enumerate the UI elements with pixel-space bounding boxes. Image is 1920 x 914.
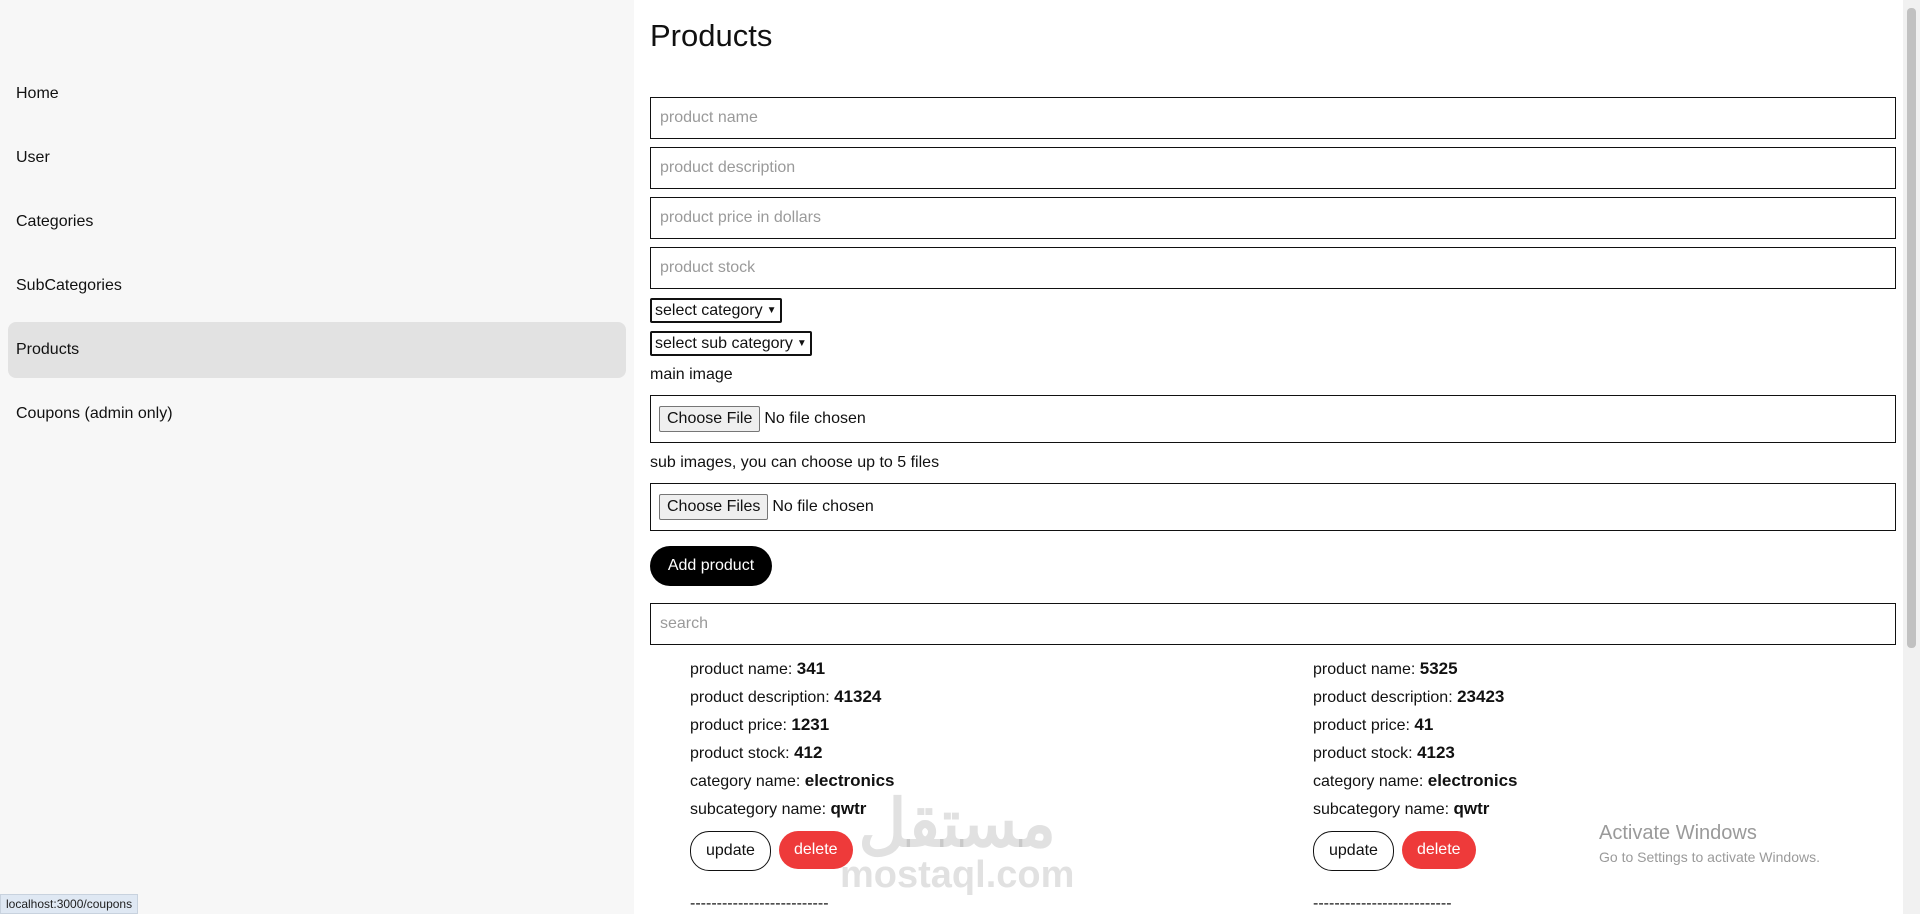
category-name-row: category name: electronics bbox=[1313, 771, 1518, 790]
product-description-value: 23423 bbox=[1457, 687, 1505, 706]
add-product-button[interactable]: Add product bbox=[650, 546, 772, 586]
sidebar-nav: Home User Categories SubCategories Produ… bbox=[8, 66, 626, 450]
product-stock-value: 412 bbox=[794, 743, 823, 762]
main-image-status: No file chosen bbox=[764, 410, 866, 427]
main-image-label: main image bbox=[650, 366, 733, 383]
product-description-input[interactable] bbox=[650, 147, 1896, 189]
sidebar-item-products[interactable]: Products bbox=[8, 322, 626, 378]
product-stock-value: 4123 bbox=[1417, 743, 1455, 762]
update-button[interactable]: update bbox=[1313, 831, 1394, 871]
page-title: Products bbox=[650, 18, 773, 53]
main-content: Products select category ▼ select sub ca… bbox=[650, 0, 1896, 914]
product-price-row: product price: 41 bbox=[1313, 715, 1434, 734]
product-name-row: product name: 5325 bbox=[1313, 659, 1458, 678]
sub-images-choose-button[interactable]: Choose Files bbox=[659, 494, 769, 520]
product-name-value: 5325 bbox=[1419, 659, 1458, 678]
product-price-value: 1231 bbox=[791, 715, 830, 734]
product-name-input[interactable] bbox=[650, 97, 1896, 139]
product-description-row: product description: 23423 bbox=[1313, 687, 1505, 706]
chevron-down-icon: ▼ bbox=[796, 338, 807, 349]
activate-windows-overlay: Activate Windows Go to Settings to activ… bbox=[1599, 822, 1820, 865]
product-description-row: product description: 41324 bbox=[690, 687, 882, 706]
sidebar-item-categories[interactable]: Categories bbox=[8, 194, 626, 250]
scrollbar-thumb[interactable] bbox=[1907, 8, 1916, 648]
subcategory-name-value: qwtr bbox=[1453, 799, 1490, 818]
sub-images-status: No file chosen bbox=[772, 498, 874, 515]
category-select[interactable]: select category ▼ bbox=[650, 298, 782, 323]
sidebar-item-home[interactable]: Home bbox=[8, 66, 626, 122]
product-description-value: 41324 bbox=[834, 687, 882, 706]
sidebar: Home User Categories SubCategories Produ… bbox=[0, 0, 634, 914]
sidebar-item-user[interactable]: User bbox=[8, 130, 626, 186]
product-stock-row: product stock: 412 bbox=[690, 743, 823, 762]
subcategory-name-row: subcategory name: qwtr bbox=[1313, 799, 1490, 818]
product-card: product name: 5325 product description: … bbox=[1313, 655, 1833, 913]
product-price-value: 41 bbox=[1414, 715, 1434, 734]
subcategory-select[interactable]: select sub category ▼ bbox=[650, 331, 812, 356]
main-image-file-input: Choose File No file chosen bbox=[650, 395, 1896, 443]
product-stock-row: product stock: 4123 bbox=[1313, 743, 1455, 762]
product-name-row: product name: 341 bbox=[690, 659, 826, 678]
sidebar-item-subcategories[interactable]: SubCategories bbox=[8, 258, 626, 314]
main-image-choose-button[interactable]: Choose File bbox=[659, 406, 761, 432]
vertical-scrollbar[interactable] bbox=[1903, 0, 1920, 914]
category-name-value: electronics bbox=[1427, 771, 1518, 790]
category-select-value: select category bbox=[655, 301, 763, 319]
update-button[interactable]: update bbox=[690, 831, 771, 871]
delete-button[interactable]: delete bbox=[1401, 831, 1476, 869]
status-bar-url: localhost:3000/coupons bbox=[0, 894, 139, 914]
product-stock-input[interactable] bbox=[650, 247, 1896, 289]
chevron-down-icon: ▼ bbox=[766, 305, 777, 316]
product-price-row: product price: 1231 bbox=[690, 715, 830, 734]
sub-images-label: sub images, you can choose up to 5 files bbox=[650, 454, 940, 471]
watermark: مستقل mostaql.com bbox=[840, 786, 1075, 896]
separator: -------------------------- bbox=[1313, 895, 1452, 912]
subcategory-select-value: select sub category bbox=[655, 334, 793, 352]
product-name-value: 341 bbox=[796, 659, 826, 678]
search-input[interactable] bbox=[650, 603, 1896, 645]
sub-images-file-input: Choose Files No file chosen bbox=[650, 483, 1896, 531]
separator: -------------------------- bbox=[690, 895, 829, 912]
sidebar-item-coupons[interactable]: Coupons (admin only) bbox=[8, 386, 626, 442]
product-price-input[interactable] bbox=[650, 197, 1896, 239]
